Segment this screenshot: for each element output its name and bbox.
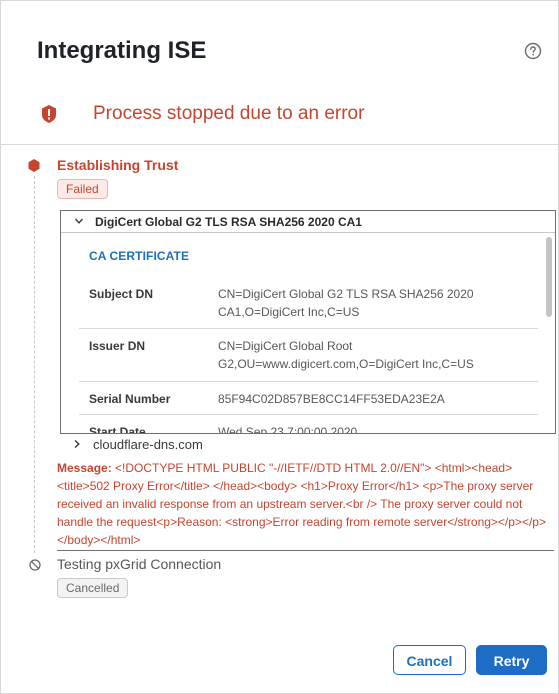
message-label: Message: <box>57 461 112 475</box>
issuer-dn-label: Issuer DN <box>89 339 146 353</box>
row-divider <box>79 414 538 415</box>
message-divider <box>57 550 554 551</box>
certificate-accordion-header[interactable]: DigiCert Global G2 TLS RSA SHA256 2020 C… <box>61 211 555 233</box>
start-date-label: Start Date <box>89 425 146 434</box>
error-banner-text: Process stopped due to an error <box>93 103 365 124</box>
cancel-button[interactable]: Cancel <box>393 645 466 675</box>
row-divider <box>79 328 538 329</box>
serial-number-label: Serial Number <box>89 392 171 406</box>
subject-dn-label: Subject DN <box>89 287 154 301</box>
step-title-testing-pxgrid: Testing pxGrid Connection <box>57 556 222 572</box>
row-divider <box>79 381 538 382</box>
subject-dn-value: CN=DigiCert Global G2 TLS RSA SHA256 202… <box>218 287 474 319</box>
error-message: Message: <!DOCTYPE HTML PUBLIC "-//IETF/… <box>57 459 549 549</box>
step-connector <box>34 176 35 553</box>
chevron-right-icon[interactable] <box>72 439 82 449</box>
integration-dialog: Integrating ISE Process stopped due to a… <box>0 0 559 694</box>
dialog-title: Integrating ISE <box>37 37 207 64</box>
error-shield-icon <box>42 105 56 123</box>
certificate-panel: DigiCert Global G2 TLS RSA SHA256 2020 C… <box>60 210 556 434</box>
step-title-establishing-trust: Establishing Trust <box>57 157 179 173</box>
status-badge-failed: Failed <box>57 179 108 199</box>
failed-step-icon <box>28 159 40 172</box>
header-divider <box>1 144 558 145</box>
cancelled-circle-icon <box>29 559 41 571</box>
serial-number-value: 85F94C02D857BE8CC14FF53EDA23E2A <box>218 392 445 406</box>
chevron-down-icon[interactable] <box>74 216 84 226</box>
retry-button[interactable]: Retry <box>476 645 547 675</box>
scrollbar-thumb[interactable] <box>546 237 552 317</box>
start-date-value: Wed Sep 23 7:00:00 2020 <box>218 425 358 434</box>
status-badge-cancelled: Cancelled <box>57 578 129 598</box>
ca-certificate-heading: CA CERTIFICATE <box>89 249 190 263</box>
issuer-dn-value: CN=DigiCert Global Root G2,OU=www.digice… <box>218 339 474 371</box>
message-text: <!DOCTYPE HTML PUBLIC "-//IETF//DTD HTML… <box>57 461 546 547</box>
help-circle-icon[interactable] <box>524 42 542 60</box>
certificate-title: DigiCert Global G2 TLS RSA SHA256 2020 C… <box>95 215 362 229</box>
certificate-accordion-cloudflare[interactable]: cloudflare-dns.com <box>93 437 203 452</box>
